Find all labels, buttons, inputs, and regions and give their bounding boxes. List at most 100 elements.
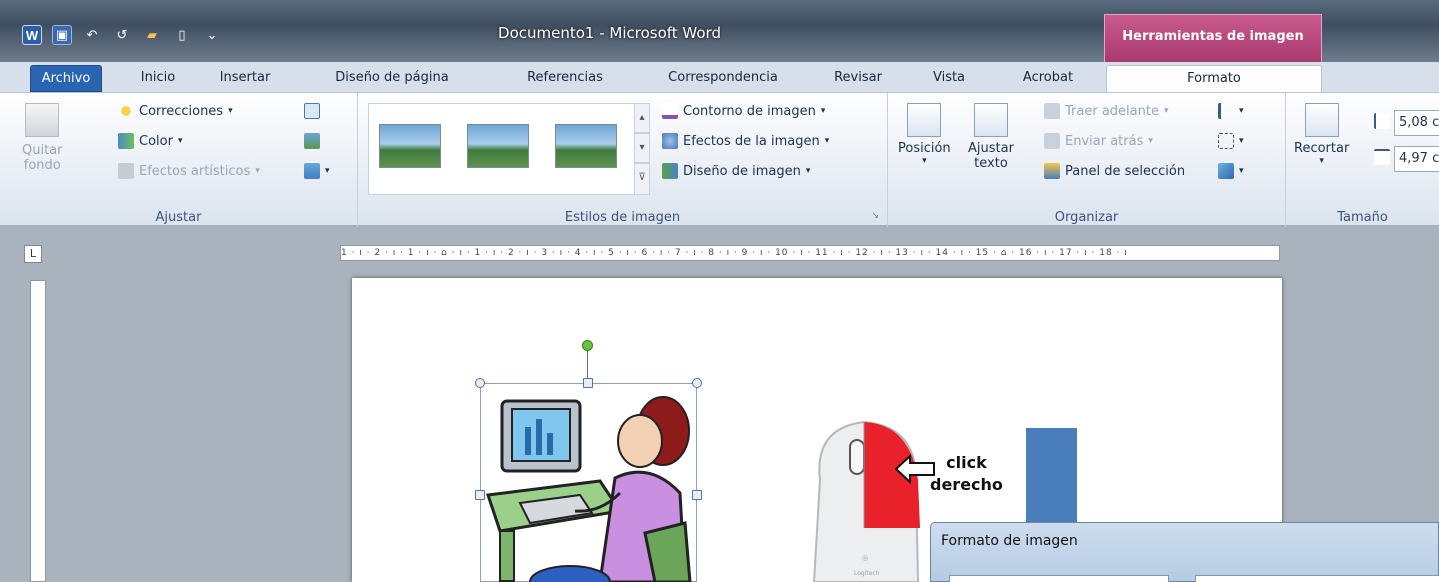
dialog-title: Formato de imagen	[941, 533, 1078, 549]
formato-imagen-dialog: Formato de imagen	[930, 522, 1439, 582]
compress-pictures-button[interactable]	[304, 103, 320, 119]
recortar-label: Recortar	[1294, 141, 1350, 156]
width-field[interactable]: 4,97 c	[1394, 146, 1439, 172]
compress-icon	[304, 103, 320, 119]
tamano-group-label: Tamaño	[1337, 210, 1388, 225]
efectos-imagen-button[interactable]: Efectos de la imagen ▾	[662, 133, 829, 149]
ajustar-group-label: Ajustar	[155, 210, 202, 225]
rotation-handle[interactable]	[582, 340, 593, 351]
posicion-button[interactable]: Posición ▾	[898, 103, 951, 166]
reset-picture-icon	[304, 163, 320, 179]
tab-revisar[interactable]: Revisar	[822, 65, 894, 92]
traer-adelante-label: Traer adelante	[1065, 103, 1159, 119]
context-tab-herramientas-imagen: Herramientas de imagen	[1104, 14, 1322, 62]
dialog-left-pane[interactable]	[949, 575, 1169, 582]
gallery-more[interactable]: ⊽	[634, 163, 650, 195]
gallery-scroll-down[interactable]: ▾	[634, 133, 650, 163]
correcciones-label: Correcciones	[139, 103, 224, 119]
picture-styles-gallery	[368, 103, 644, 195]
rotate-button[interactable]: ▾	[1218, 163, 1244, 179]
group-button[interactable]: ▾	[1218, 133, 1244, 149]
width-field-wrapper	[1374, 149, 1390, 165]
height-field-wrapper	[1374, 113, 1390, 129]
tab-vista[interactable]: Vista	[917, 65, 981, 92]
word-window: W ▣ ↶ ↺ ▰ ▯ ⌄ Documento1 - Microsoft Wor…	[0, 0, 1439, 582]
remove-background-icon	[25, 103, 60, 137]
tab-inicio[interactable]: Inicio	[128, 65, 188, 92]
title-bar: W ▣ ↶ ↺ ▰ ▯ ⌄ Documento1 - Microsoft Wor…	[0, 0, 1439, 62]
group-organizar: Posición ▾ Ajustar texto Traer adelante ▾…	[888, 93, 1286, 227]
picture-layout-icon	[662, 163, 678, 179]
height-field[interactable]: 5,08 c	[1394, 110, 1439, 136]
tab-referencias[interactable]: Referencias	[505, 65, 625, 92]
tab-formato[interactable]: Formato	[1106, 65, 1322, 92]
horizontal-ruler[interactable]: 1 · ı · 2 · ı · 1 · ı · ⌂ · ı · 1 · ı · …	[340, 245, 1280, 261]
picture-effects-icon	[662, 133, 678, 149]
ajustar-texto-button[interactable]: Ajustar texto	[968, 103, 1014, 171]
align-button[interactable]: ▾	[1218, 103, 1244, 119]
estilos-group-label: Estilos de imagen	[564, 210, 681, 225]
align-icon	[1218, 103, 1234, 119]
resize-handle-left[interactable]	[475, 490, 485, 500]
ajustar-texto-label: Ajustar texto	[968, 141, 1014, 171]
color-label: Color	[139, 133, 173, 149]
quitar-fondo-label: Quitar fondo	[22, 143, 63, 173]
resize-handle-top-left[interactable]	[475, 378, 485, 388]
mouse-brand-label: Logitech	[854, 570, 880, 577]
selection-pane-icon	[1044, 163, 1060, 179]
quitar-fondo-button[interactable]: Quitar fondo	[22, 103, 63, 173]
resize-handle-top-right[interactable]	[692, 378, 702, 388]
dialog-right-pane[interactable]	[1195, 575, 1439, 582]
color-button[interactable]: Color ▾	[118, 133, 182, 149]
contorno-imagen-button[interactable]: Contorno de imagen ▾	[662, 103, 825, 119]
enviar-atras-button[interactable]: Enviar atrás ▾	[1044, 133, 1153, 149]
vertical-ruler[interactable]	[30, 280, 46, 582]
posicion-label: Posición	[898, 141, 951, 156]
group-estilos-imagen: ▴ ▾ ⊽ Contorno de imagen ▾ Efectos de la …	[358, 93, 888, 227]
dialog-launcher-icon[interactable]: ↘	[871, 211, 879, 221]
selected-picture[interactable]	[475, 378, 702, 582]
logitech-logo: ◎	[862, 554, 868, 562]
crop-icon	[1304, 103, 1339, 137]
tab-correspondencia[interactable]: Correspondencia	[643, 65, 803, 92]
diseno-imagen-button[interactable]: Diseño de imagen ▾	[662, 163, 810, 179]
mouse-illustration: ◎ Logitech	[806, 420, 935, 582]
group-ajustar: Quitar fondo Correcciones ▾ Color ▾ Efecto…	[0, 93, 358, 227]
panel-seleccion-label: Panel de selección	[1065, 163, 1186, 179]
woman-at-computer-clipart	[480, 383, 697, 582]
click-annotation: click derecho	[930, 452, 1003, 496]
reset-picture-button[interactable]: ▾	[304, 163, 330, 179]
contorno-label: Contorno de imagen	[683, 103, 816, 119]
correcciones-button[interactable]: Correcciones ▾	[118, 103, 233, 119]
diseno-label: Diseño de imagen	[683, 163, 801, 179]
rotate-icon	[1218, 163, 1234, 179]
picture-style-1[interactable]	[379, 124, 441, 168]
tab-insertar[interactable]: Insertar	[200, 65, 290, 92]
picture-style-2[interactable]	[467, 124, 529, 168]
traer-adelante-button[interactable]: Traer adelante ▾	[1044, 103, 1168, 119]
recortar-button[interactable]: Recortar ▾	[1294, 103, 1349, 166]
panel-seleccion-button[interactable]: Panel de selección	[1044, 163, 1185, 179]
click-annotation-line1: click	[946, 453, 987, 472]
tab-archivo[interactable]: Archivo	[30, 65, 102, 92]
wrap-text-icon	[973, 103, 1008, 137]
change-picture-button[interactable]	[304, 133, 320, 149]
tab-acrobat[interactable]: Acrobat	[1006, 65, 1090, 92]
position-icon	[907, 103, 942, 137]
change-picture-icon	[304, 133, 320, 149]
tab-diseno-pagina[interactable]: Diseño de página	[312, 65, 472, 92]
tab-selector[interactable]: L	[24, 245, 42, 263]
ribbon: Quitar fondo Correcciones ▾ Color ▾ Efecto…	[0, 92, 1439, 227]
picture-style-3[interactable]	[555, 124, 617, 168]
resize-handle-right[interactable]	[692, 490, 702, 500]
efectos-artisticos-button[interactable]: Efectos artísticos ▾	[118, 163, 260, 179]
click-annotation-line2: derecho	[930, 475, 1003, 494]
ribbon-tabs: Archivo Inicio Insertar Diseño de página…	[0, 62, 1439, 92]
efectos-label: Efectos de la imagen	[683, 133, 820, 149]
bring-forward-icon	[1044, 103, 1060, 119]
group-objects-icon	[1218, 133, 1234, 149]
resize-handle-top[interactable]	[583, 378, 593, 388]
organizar-group-label: Organizar	[1054, 210, 1119, 225]
gallery-scroll-up[interactable]: ▴	[634, 103, 650, 133]
enviar-atras-label: Enviar atrás	[1065, 133, 1144, 149]
